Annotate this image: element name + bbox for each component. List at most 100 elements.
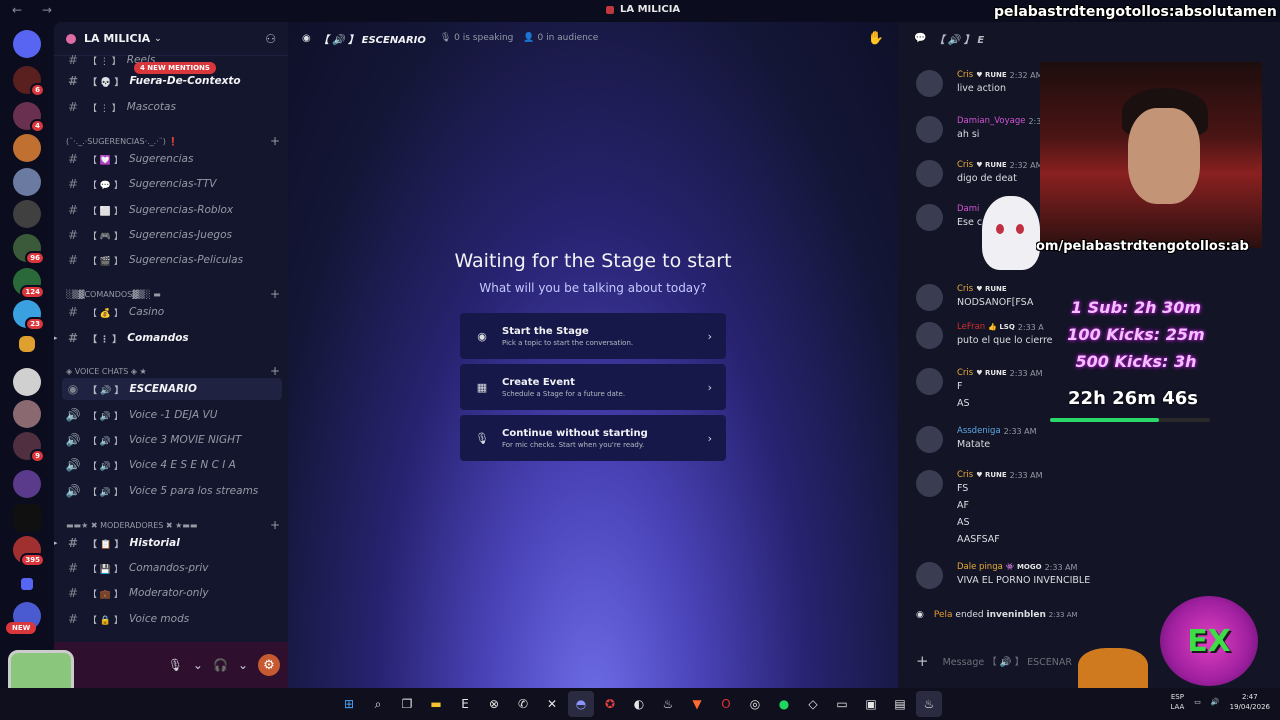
create-event-button[interactable]: ▦ Create Event Schedule a Stage for a fut… [460,364,726,410]
channel-mascotas[interactable]: # 【 ⋮ 】 Mascotas [62,96,282,118]
message-author[interactable]: Dami [957,204,979,214]
chevron-down-icon[interactable]: ⌄ [193,658,203,672]
avatar[interactable] [916,426,943,453]
app-icon[interactable]: ▣ [858,691,884,717]
avatar[interactable] [916,160,943,187]
server-icon[interactable] [13,134,41,162]
channel-sugerencias-peliculas[interactable]: # 【 🎬 】 Sugerencias-Peliculas [62,249,282,271]
invite-people-icon[interactable]: ⚇ [265,32,276,46]
discord-home-icon[interactable] [13,30,41,58]
avatar[interactable] [916,70,943,97]
avatar[interactable] [916,368,943,395]
server-icon[interactable]: 4 [13,102,45,133]
chat-message[interactable]: Assdeniga 2:33 AM Matate [916,426,1176,453]
category-comandos[interactable]: ░▒▓COMANDOS▓▒░ ▬ + [66,287,280,301]
chat-message[interactable]: Dale pinga 👾 MOGO 2:33 AM VIVA EL PORNO INV… [916,562,1176,589]
new-mentions-pill[interactable]: 4 NEW MENTIONS [134,62,216,74]
channel-escenario[interactable]: ◉ 【 🔊 】 ESCENARIO [62,378,282,400]
add-channel-icon[interactable]: + [270,134,280,148]
add-attachment-icon[interactable]: + [916,652,929,670]
channel-casino[interactable]: # 【 💰 】 Casino [62,301,282,323]
add-channel-icon[interactable]: + [270,364,280,378]
chat-message[interactable]: Cris ♥ RUNE 2:33 AM FS AF AS AASFSAF [916,470,1176,548]
message-author[interactable]: Cris [957,368,973,378]
server-icon[interactable]: 395 [13,536,45,567]
steam-icon[interactable]: ♨ [655,691,681,717]
message-author[interactable]: Cris [957,284,973,294]
server-icon[interactable] [13,368,41,396]
chevron-down-icon[interactable]: ⌄ [238,658,248,672]
continue-without-starting-button[interactable]: 🎙 Continue without starting For mic check… [460,415,726,461]
message-author[interactable]: Damian_Voyage [957,116,1025,126]
channel-comandos-priv[interactable]: # 【 💾 】 Comandos-priv [62,557,282,579]
category-sugerencias[interactable]: (¨·._.·SUGERENCIAS·._.·¨) ❗ + [66,134,280,148]
clock[interactable]: 2:47 19/04/2026 [1230,692,1270,712]
microphone-icon[interactable]: 🎙 [168,658,183,672]
app-icon[interactable]: ◐ [626,691,652,717]
whatsapp-icon[interactable]: ✆ [510,691,536,717]
windows-start-icon[interactable]: ⊞ [336,691,362,717]
kick-server-icon[interactable] [13,504,41,532]
message-author[interactable]: Cris [957,70,973,80]
channel-voice-5[interactable]: 🔊 【 🔊 】 Voice 5 para los streams [62,480,282,502]
app-icon[interactable]: ▤ [887,691,913,717]
add-channel-icon[interactable]: + [270,518,280,532]
opera-icon[interactable]: O [713,691,739,717]
app-icon[interactable]: ◇ [800,691,826,717]
folder-icon[interactable] [21,578,33,590]
message-author[interactable]: LeFran [957,322,985,332]
server-icon[interactable]: 23 [13,300,45,331]
avatar[interactable] [916,470,943,497]
channel-sugerencias[interactable]: # 【 💟 】 Sugerencias [62,148,282,170]
channel-sugerencias-ttv[interactable]: # 【 💬 】 Sugerencias-TTV [62,173,282,195]
avatar[interactable] [916,562,943,589]
server-icon[interactable] [13,200,41,228]
message-author[interactable]: Cris [957,470,973,480]
category-moderadores[interactable]: ▬▬★ ✖ MODERADORES ✖ ★▬▬ + [66,518,280,532]
volume-icon[interactable]: 🔊 [1211,698,1220,706]
headphones-icon[interactable]: 🎧 [213,658,228,672]
avatar[interactable] [916,322,943,349]
app-icon[interactable]: ✪ [597,691,623,717]
message-author[interactable]: Cris [957,160,973,170]
channel-sugerencias-juegos[interactable]: # 【 🎮 】 Sugerencias-Juegos [62,224,282,246]
channel-comandos[interactable]: ▸ # 【 ⋮ 】 Comandos [54,327,282,349]
server-icon[interactable]: 9 [13,432,45,463]
raise-hand-icon[interactable]: ✋ [868,31,884,46]
app-icon[interactable]: ✕ [539,691,565,717]
search-icon[interactable]: ⌕ [365,691,391,717]
wifi-icon[interactable]: ▭ [1194,698,1201,706]
channel-sugerencias-roblox[interactable]: # 【 ⬜ 】 Sugerencias-Roblox [62,199,282,221]
folder-icon[interactable] [19,336,35,352]
server-icon[interactable]: 124 [13,268,45,299]
system-user[interactable]: Pela [934,610,953,620]
server-icon[interactable]: 96 [13,234,45,265]
xbox-icon[interactable]: ⊗ [481,691,507,717]
file-explorer-icon[interactable]: ▬ [423,691,449,717]
settings-gear-icon[interactable]: ⚙ [258,654,280,676]
steam-running-icon[interactable]: ♨ [916,691,942,717]
channel-voice-mods[interactable]: # 【 🔒 】 Voice mods [62,608,282,630]
category-voice-chats[interactable]: ◈ VOICE CHATS ◈ ★ + [66,364,280,378]
server-icon[interactable]: 6 [13,66,45,97]
brave-icon[interactable]: ▼ [684,691,710,717]
server-icon[interactable] [13,168,41,196]
channel-voice-1[interactable]: 🔊 【 🔊 】 Voice -1 DEJA VU [62,404,282,426]
message-author[interactable]: Assdeniga [957,426,1001,436]
epic-games-icon[interactable]: E [452,691,478,717]
start-stage-button[interactable]: ◉ Start the Stage Pick a topic to start t… [460,313,726,359]
language-indicator[interactable]: ESP LAA [1170,692,1184,712]
message-author[interactable]: Dale pinga [957,562,1003,572]
channel-voice-4[interactable]: 🔊 【 🔊 】 Voice 4 E S E N C I A [62,454,282,476]
avatar[interactable] [916,284,943,311]
obs-icon[interactable]: ◎ [742,691,768,717]
server-icon[interactable] [13,470,41,498]
back-forward-icons[interactable]: ← → [12,3,60,17]
discord-icon[interactable]: ◓ [568,691,594,717]
avatar[interactable] [916,116,943,143]
add-channel-icon[interactable]: + [270,287,280,301]
spotify-icon[interactable]: ● [771,691,797,717]
channel-voice-3[interactable]: 🔊 【 🔊 】 Voice 3 MOVIE NIGHT [62,429,282,451]
server-icon[interactable] [13,400,41,428]
avatar[interactable] [916,204,943,231]
